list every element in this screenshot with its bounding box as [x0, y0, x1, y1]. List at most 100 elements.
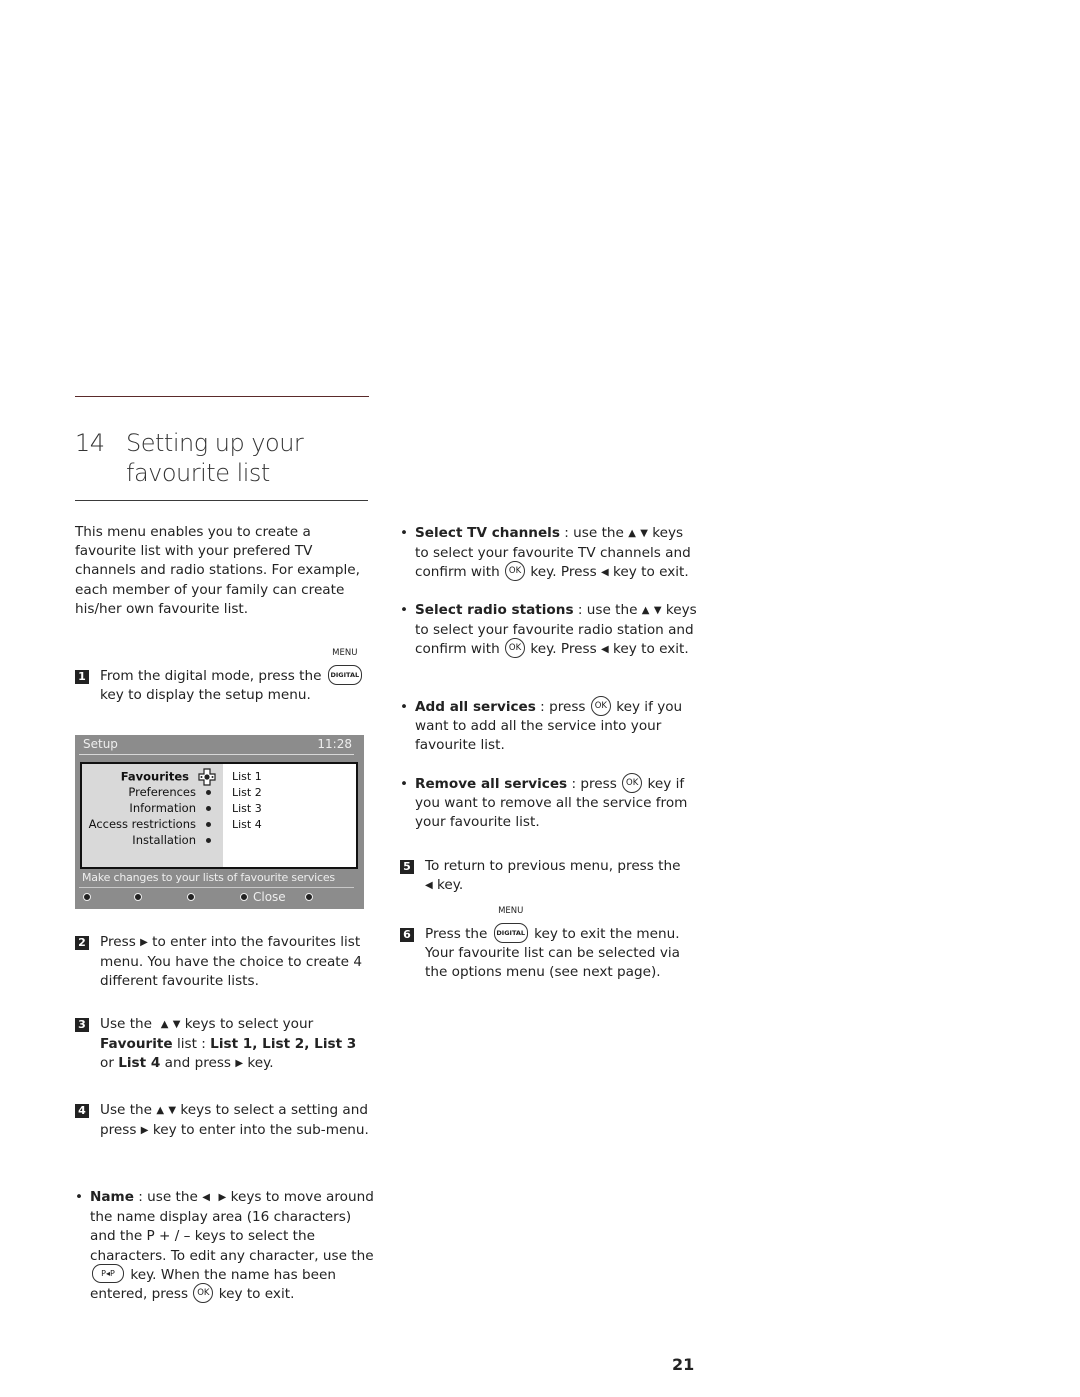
bullet-title: Select radio stations [415, 602, 574, 618]
close-button-label[interactable]: Close [253, 890, 286, 904]
pp-key-icon: P◂P [92, 1263, 124, 1283]
bullet-text: : press [540, 699, 586, 715]
menu-item-access-restrictions[interactable]: Access restrictions [89, 817, 211, 831]
menu-item-label: Access restrictions [88, 817, 196, 831]
step-number: 1 [75, 670, 89, 684]
submenu-list-3[interactable]: List 3 [232, 802, 262, 815]
menu-panel: Favourites Preferences Information Acces… [80, 762, 358, 869]
step-bold-text: Favourite [100, 1036, 173, 1053]
bullet-title: Name [90, 1189, 134, 1205]
bullet-text: : use the [138, 1189, 198, 1205]
bullet-icon [206, 822, 211, 827]
step-text: key. [437, 877, 464, 894]
bullet-dot: • [400, 776, 409, 792]
bullet-icon [206, 790, 211, 795]
page-number: 21 [672, 1355, 695, 1374]
navigation-dpad-icon [198, 768, 216, 786]
chapter-bottom-rule [75, 500, 368, 501]
menu-header: Setup 11:28 [75, 735, 364, 755]
menu-item-column: Favourites Preferences Information Acces… [82, 764, 223, 867]
step-bold-text: List 1, List 2, List 3 [210, 1036, 357, 1053]
right-arrow-icon: ▶ [140, 1125, 149, 1137]
header-divider [79, 754, 354, 755]
step-number: 4 [75, 1104, 89, 1118]
bullet-dot: • [400, 699, 409, 715]
step-text: Use the [100, 1102, 153, 1118]
left-arrow-icon: ◀ [601, 644, 609, 656]
up-arrow-icon: ▲ [160, 1019, 169, 1030]
ok-key-icon: OK [590, 695, 611, 716]
step-text: and press [164, 1055, 232, 1072]
step-text: Press [100, 934, 136, 950]
menu-item-favourites[interactable]: Favourites [120, 768, 216, 786]
right-arrow-icon: ▶ [235, 1058, 244, 1070]
ok-key-icon: OK [622, 772, 643, 793]
chapter-title: Setting up your favourite list [126, 429, 304, 487]
ok-key-icon: OK [505, 560, 526, 581]
step-5: 5 To return to previous menu, press the … [400, 857, 685, 897]
step-2: 2 Press ▶ to enter into the favourites l… [75, 933, 362, 993]
step-text: key to enter into the sub-menu. [152, 1122, 369, 1139]
chapter-top-rule [75, 396, 369, 397]
color-button-yellow-icon[interactable] [187, 893, 195, 901]
up-arrow-icon: ▲ [156, 1105, 165, 1116]
menu-item-preferences[interactable]: Preferences [128, 785, 211, 799]
right-arrow-icon: ▶ [218, 1192, 227, 1203]
bullet-text: key. When the name has been entered, pre… [90, 1266, 337, 1303]
step-text: Use the [100, 1016, 153, 1032]
bullet-text: : use the [577, 602, 638, 618]
bullet-text: : press [571, 776, 617, 792]
bullet-dot: • [75, 1189, 84, 1205]
step-text: key to display the setup menu. [100, 687, 311, 704]
bullet-icon [206, 806, 211, 811]
submenu-list-4[interactable]: List 4 [232, 818, 262, 831]
step-text: keys to select your [184, 1016, 314, 1032]
step-text: list : [176, 1036, 206, 1053]
menu-item-label: Favourites [120, 769, 189, 784]
step-6: 6 Press the MENU DIGITAL key to exit the … [400, 906, 685, 985]
step-text: To return to previous menu, press the [425, 858, 681, 874]
down-arrow-icon: ▼ [653, 605, 662, 616]
step-number: 2 [75, 936, 89, 950]
left-arrow-icon: ◀ [202, 1192, 210, 1203]
menu-item-installation[interactable]: Installation [132, 833, 211, 847]
intro-paragraph: This menu enables you to create a favour… [75, 524, 360, 617]
info-button-icon[interactable] [305, 893, 313, 901]
bullet-text: key to exit. [218, 1286, 295, 1303]
menu-title: Setup [83, 737, 118, 751]
menu-digital-key-icon: MENU DIGITAL [327, 648, 362, 685]
up-arrow-icon: ▲ [628, 528, 636, 539]
ok-key-icon: OK [505, 637, 526, 658]
submenu-list-1[interactable]: List 1 [232, 770, 262, 783]
digital-key-label: DIGITAL [496, 928, 526, 937]
step-4: 4 Use the ▲ ▼ keys to select a setting a… [75, 1101, 369, 1141]
submenu-list-2[interactable]: List 2 [232, 786, 262, 799]
menu-hint: Make changes to your lists of favourite … [82, 871, 335, 884]
bullet-title: Remove all services [415, 776, 568, 792]
down-arrow-icon: ▼ [168, 1105, 177, 1116]
step-text: key. [247, 1055, 274, 1072]
step-text: From the digital mode, press the [100, 668, 322, 684]
bullet-text: : use the [564, 525, 624, 541]
color-button-blue-icon[interactable] [240, 893, 248, 901]
bullet-title: Select TV channels [415, 525, 560, 541]
step-text: Press the [425, 926, 488, 942]
step-number: 5 [400, 860, 414, 874]
step-number: 6 [400, 928, 414, 942]
menu-item-label: Installation [132, 833, 196, 847]
left-arrow-icon: ◀ [601, 567, 609, 579]
chapter-number: 14 [75, 429, 105, 457]
bullet-title: Add all services [415, 699, 536, 715]
bullet-text: key. Press [530, 564, 597, 581]
color-button-red-icon[interactable] [83, 893, 91, 901]
down-arrow-icon: ▼ [172, 1019, 181, 1030]
right-arrow-icon: ▶ [140, 937, 148, 948]
menu-item-label: Preferences [128, 785, 196, 799]
color-button-green-icon[interactable] [134, 893, 142, 901]
bullet-name: • Name : use the ◀ ▶ keys to move around… [75, 1188, 375, 1308]
menu-key-label: MENU [332, 647, 358, 658]
menu-key-label: MENU [498, 905, 524, 916]
menu-item-information[interactable]: Information [129, 801, 211, 815]
down-arrow-icon: ▼ [640, 528, 648, 539]
bullet-text: key to exit. [613, 564, 689, 581]
